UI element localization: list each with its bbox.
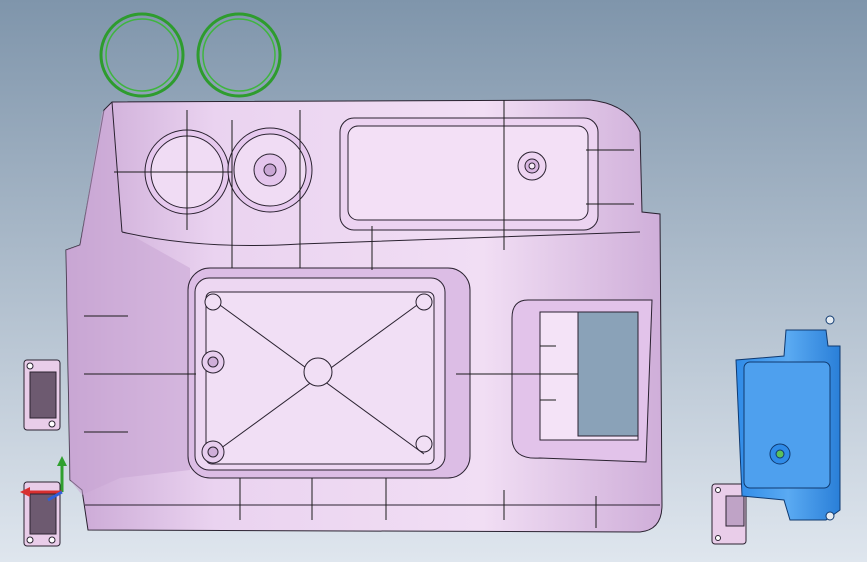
model-canvas[interactable] — [0, 0, 867, 562]
hinge-bracket-upper[interactable] — [23, 359, 61, 431]
cup-holder-right[interactable] — [227, 127, 313, 213]
storage-tray[interactable] — [187, 267, 471, 479]
small-bracket-right[interactable] — [711, 483, 747, 545]
cad-viewport[interactable] — [0, 0, 867, 562]
top-compartment[interactable] — [339, 117, 599, 231]
side-window-opening — [511, 299, 653, 463]
